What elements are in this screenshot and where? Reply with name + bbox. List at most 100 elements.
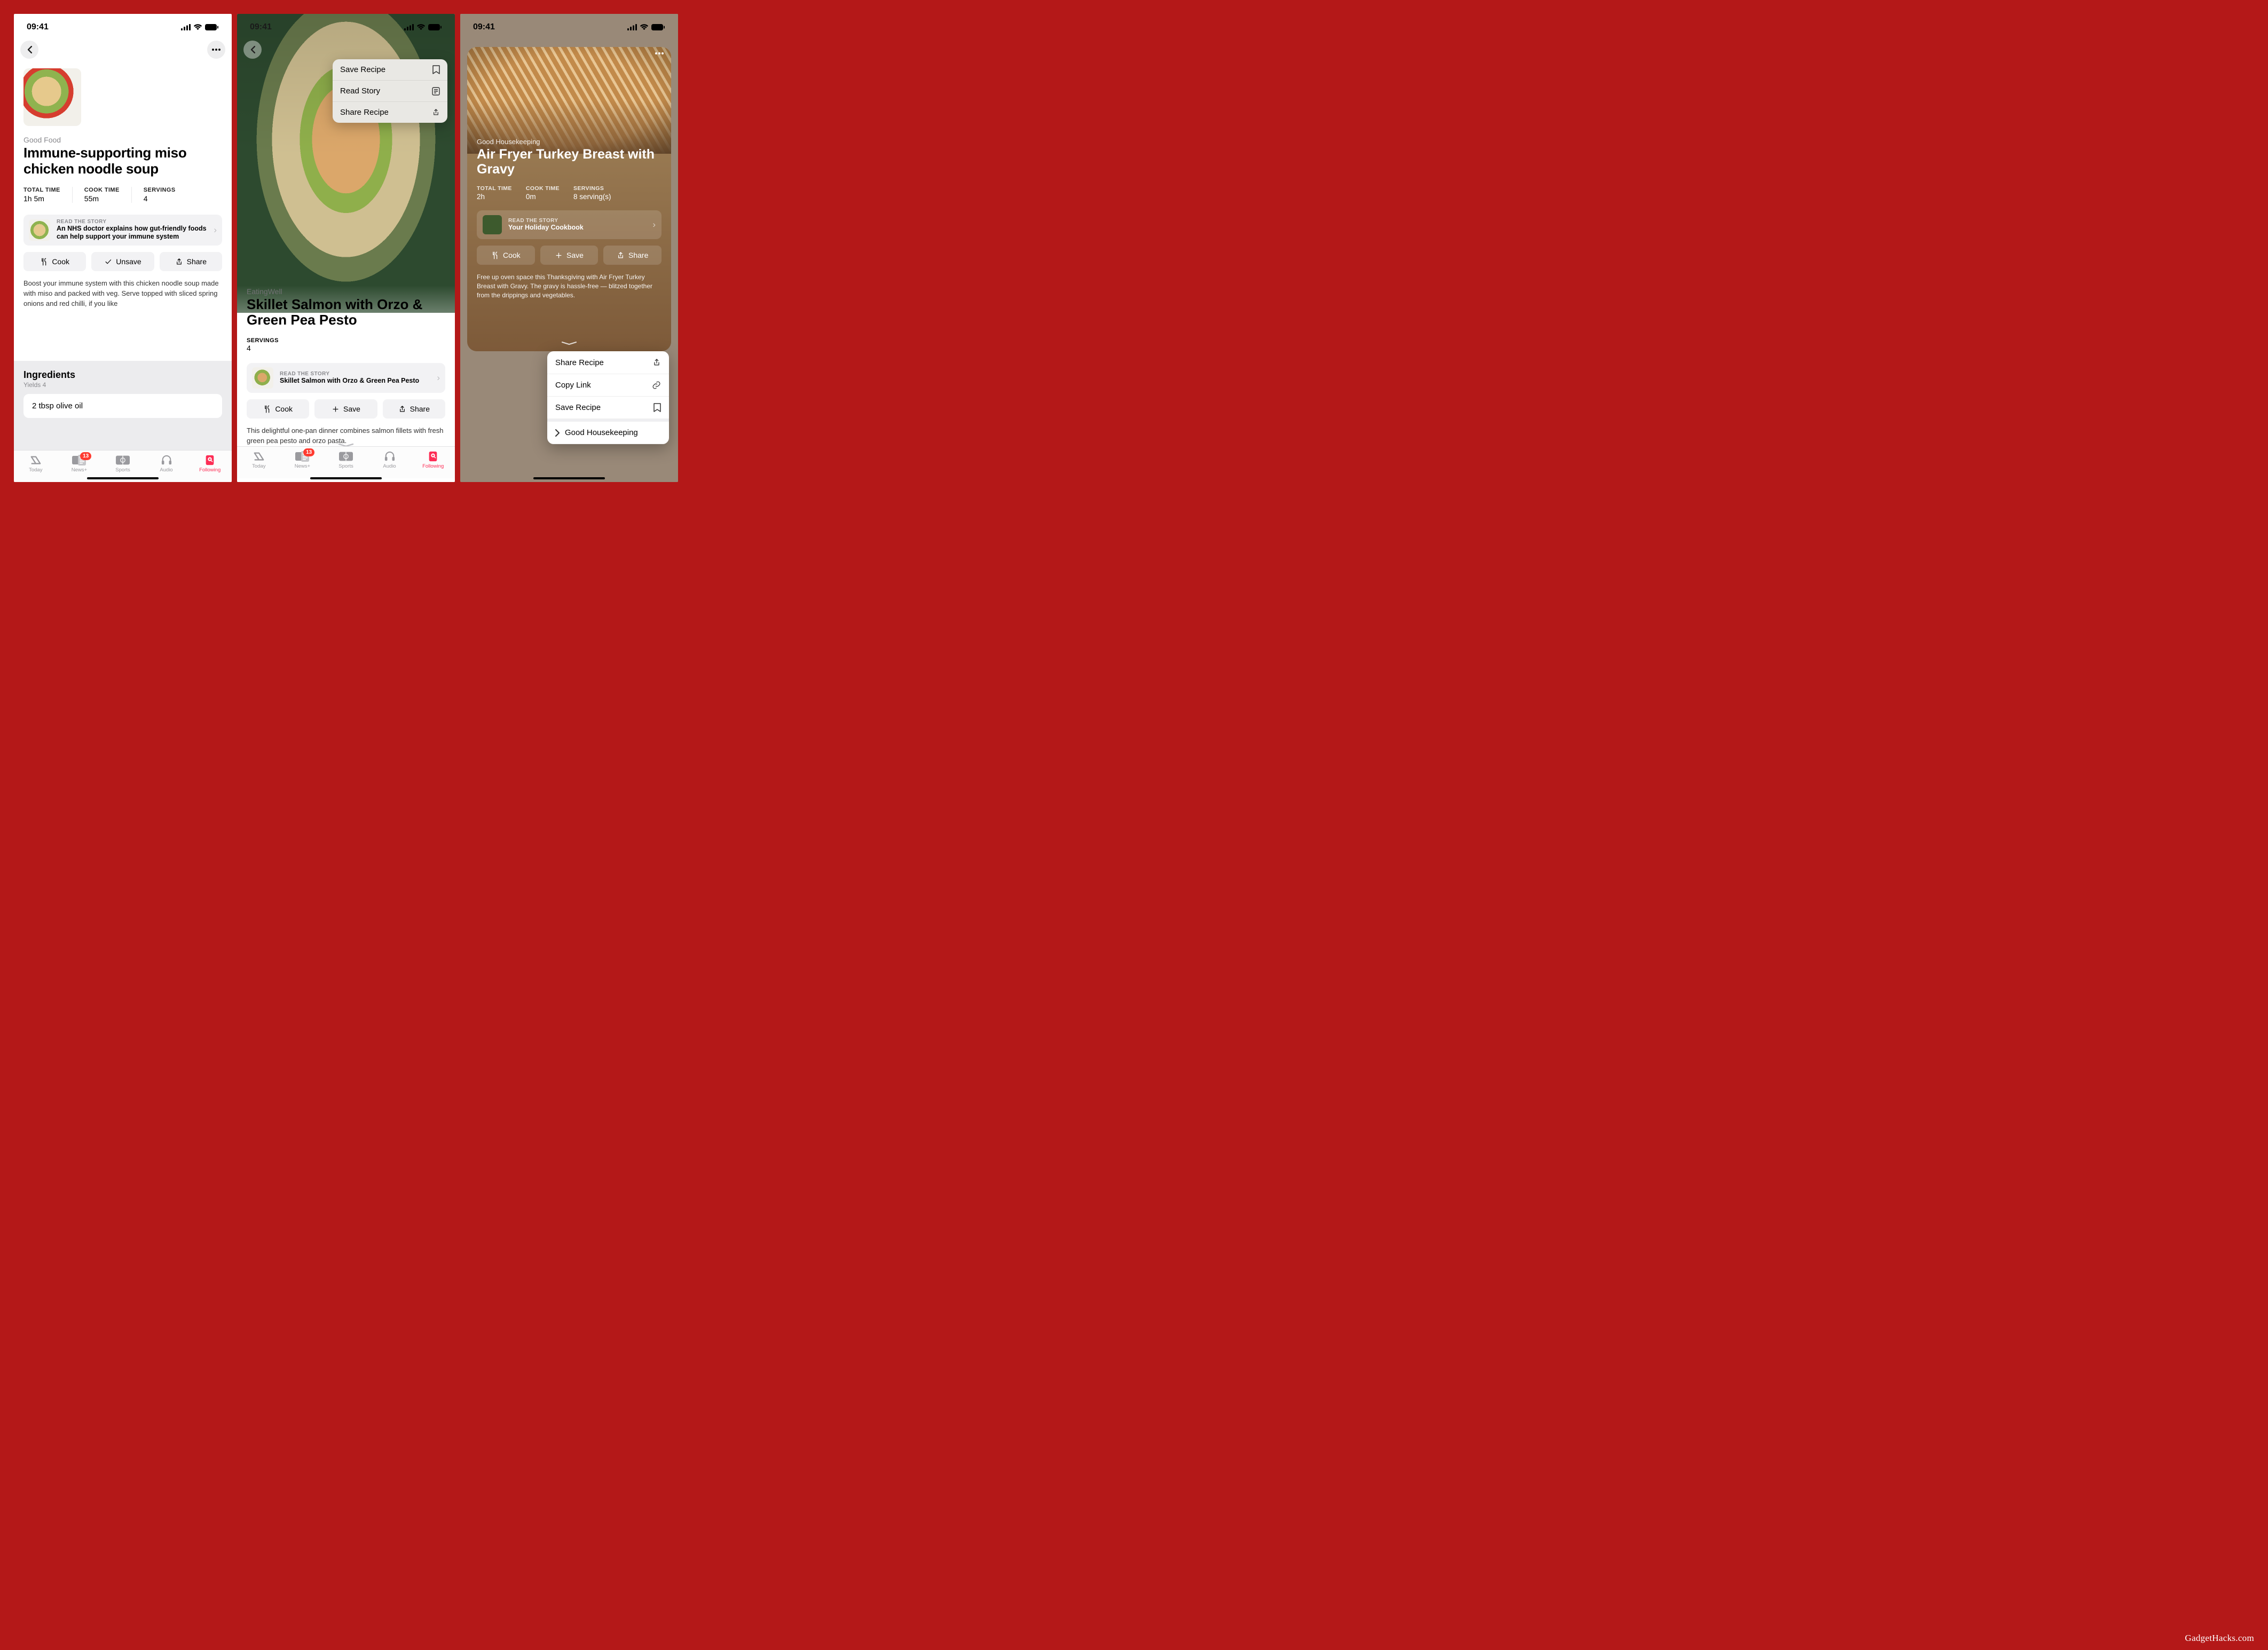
sheet-share-recipe[interactable]: Share Recipe bbox=[547, 351, 669, 374]
unsave-button[interactable]: Unsave bbox=[91, 252, 154, 271]
sports-icon bbox=[339, 451, 353, 462]
status-bar: 09:41 bbox=[237, 14, 455, 36]
phone-1: 09:41 Good Food Immune-supporting miso c… bbox=[14, 14, 232, 482]
today-icon bbox=[252, 451, 266, 462]
meta-servings: SERVINGS4 bbox=[247, 337, 445, 352]
recipe-description: Free up oven space this Thanksgiving wit… bbox=[477, 273, 662, 299]
ingredients-yield: Yields 4 bbox=[23, 381, 222, 389]
recipe-source: EatingWell bbox=[247, 287, 445, 296]
today-icon bbox=[29, 454, 43, 466]
home-indicator[interactable] bbox=[533, 477, 605, 479]
tab-following[interactable]: Following bbox=[188, 451, 232, 482]
share-button[interactable]: Share bbox=[383, 399, 445, 419]
cellular-icon bbox=[404, 24, 414, 30]
phone-3: 09:41 Good Housekeeping Air Fryer Turkey… bbox=[460, 14, 678, 482]
share-button[interactable]: Share bbox=[160, 252, 222, 271]
button-row: Cook Unsave Share bbox=[23, 252, 222, 271]
more-button[interactable] bbox=[207, 41, 225, 59]
card-body: Good Housekeeping Air Fryer Turkey Breas… bbox=[467, 47, 671, 309]
check-icon bbox=[104, 258, 112, 266]
popover-save-recipe[interactable]: Save Recipe bbox=[333, 59, 447, 81]
story-thumb bbox=[252, 367, 273, 389]
read-story-card[interactable]: READ THE STORY An NHS doctor explains ho… bbox=[23, 215, 222, 246]
read-story-card[interactable]: READ THE STORY Your Holiday Cookbook › bbox=[477, 210, 662, 239]
home-indicator[interactable] bbox=[87, 477, 159, 479]
tab-news-plus[interactable]: 13News+ bbox=[281, 447, 325, 478]
chevron-right-icon: › bbox=[437, 373, 440, 383]
tab-bar: Today 13News+ Sports Audio Following bbox=[237, 446, 455, 478]
story-thumb bbox=[29, 219, 50, 241]
sports-icon bbox=[116, 454, 130, 466]
tab-today[interactable]: Today bbox=[237, 447, 281, 478]
context-sheet: Share Recipe Copy Link Save Recipe Good … bbox=[547, 351, 669, 444]
save-button[interactable]: Save bbox=[314, 399, 377, 419]
back-button[interactable] bbox=[243, 41, 262, 59]
tab-today[interactable]: Today bbox=[14, 451, 58, 482]
wifi-icon bbox=[193, 24, 202, 30]
utensils-icon bbox=[491, 251, 499, 259]
bookmark-icon bbox=[432, 65, 440, 74]
tab-following[interactable]: Following bbox=[411, 447, 455, 478]
cook-button[interactable]: Cook bbox=[247, 399, 309, 419]
recipe-content: Good Food Immune-supporting miso chicken… bbox=[14, 63, 232, 450]
expand-caret[interactable] bbox=[561, 338, 577, 348]
utensils-icon bbox=[40, 258, 48, 266]
chevron-left-icon bbox=[250, 46, 255, 53]
chevron-left-icon bbox=[27, 46, 32, 53]
cellular-icon bbox=[181, 24, 191, 30]
recipe-description: Boost your immune system with this chick… bbox=[23, 279, 222, 309]
popover-share-recipe[interactable]: Share Recipe bbox=[333, 102, 447, 123]
ingredients-section: Ingredients Yields 4 2 tbsp olive oil bbox=[14, 361, 232, 450]
recipe-source: Good Housekeeping bbox=[477, 138, 662, 146]
following-icon bbox=[426, 451, 440, 462]
ingredient-item[interactable]: 2 tbsp olive oil bbox=[23, 394, 222, 418]
tab-audio[interactable]: Audio bbox=[368, 447, 412, 478]
cook-button[interactable]: Cook bbox=[477, 246, 535, 265]
bookmark-icon bbox=[653, 403, 661, 412]
share-icon bbox=[432, 108, 440, 117]
more-icon bbox=[212, 49, 220, 51]
sheet-source-link[interactable]: Good Housekeeping bbox=[547, 422, 669, 444]
following-icon bbox=[203, 454, 217, 466]
meta-servings: SERVINGS4 bbox=[144, 187, 187, 203]
share-icon bbox=[398, 405, 406, 413]
battery-icon bbox=[205, 24, 219, 30]
watermark: GadgetHacks.com bbox=[2185, 1633, 2254, 1644]
meta-total-time: TOTAL TIME1h 5m bbox=[23, 187, 73, 203]
chevron-right-icon: › bbox=[652, 219, 656, 230]
battery-icon bbox=[428, 24, 442, 30]
meta-cook-time: COOK TIME0m bbox=[526, 185, 560, 201]
recipe-card[interactable]: Good Housekeeping Air Fryer Turkey Breas… bbox=[467, 47, 671, 351]
sheet-save-recipe[interactable]: Save Recipe bbox=[547, 397, 669, 419]
recipe-title: Skillet Salmon with Orzo & Green Pea Pes… bbox=[247, 297, 445, 328]
sheet-copy-link[interactable]: Copy Link bbox=[547, 374, 669, 397]
recipe-hero-thumb bbox=[23, 68, 81, 126]
story-text: READ THE STORY An NHS doctor explains ho… bbox=[57, 219, 207, 241]
ingredients-heading: Ingredients bbox=[23, 369, 222, 381]
tab-sports[interactable]: Sports bbox=[324, 447, 368, 478]
save-button[interactable]: Save bbox=[540, 246, 598, 265]
audio-icon bbox=[383, 451, 397, 462]
share-icon bbox=[175, 258, 183, 266]
more-popover: Save Recipe Read Story Share Recipe bbox=[333, 59, 447, 123]
share-icon bbox=[617, 251, 625, 259]
news-badge: 13 bbox=[80, 452, 91, 460]
chevron-right-icon bbox=[555, 429, 560, 437]
cellular-icon bbox=[627, 24, 637, 30]
status-icons bbox=[181, 24, 219, 30]
top-bar bbox=[14, 36, 232, 63]
story-text: READ THE STORY Your Holiday Cookbook bbox=[508, 218, 646, 232]
read-story-card[interactable]: READ THE STORY Skillet Salmon with Orzo … bbox=[247, 363, 445, 393]
button-row: Cook Save Share bbox=[477, 246, 662, 265]
back-button[interactable] bbox=[20, 41, 38, 59]
popover-read-story[interactable]: Read Story bbox=[333, 81, 447, 102]
recipe-title: Air Fryer Turkey Breast with Gravy bbox=[477, 147, 662, 177]
cook-button[interactable]: Cook bbox=[23, 252, 86, 271]
share-button[interactable]: Share bbox=[603, 246, 662, 265]
card-more-icon[interactable] bbox=[655, 52, 664, 54]
home-indicator[interactable] bbox=[310, 477, 382, 479]
recipe-title: Immune-supporting miso chicken noodle so… bbox=[23, 145, 222, 177]
wifi-icon bbox=[416, 24, 426, 30]
meta-total-time: TOTAL TIME2h bbox=[477, 185, 512, 201]
status-icons bbox=[404, 24, 442, 30]
